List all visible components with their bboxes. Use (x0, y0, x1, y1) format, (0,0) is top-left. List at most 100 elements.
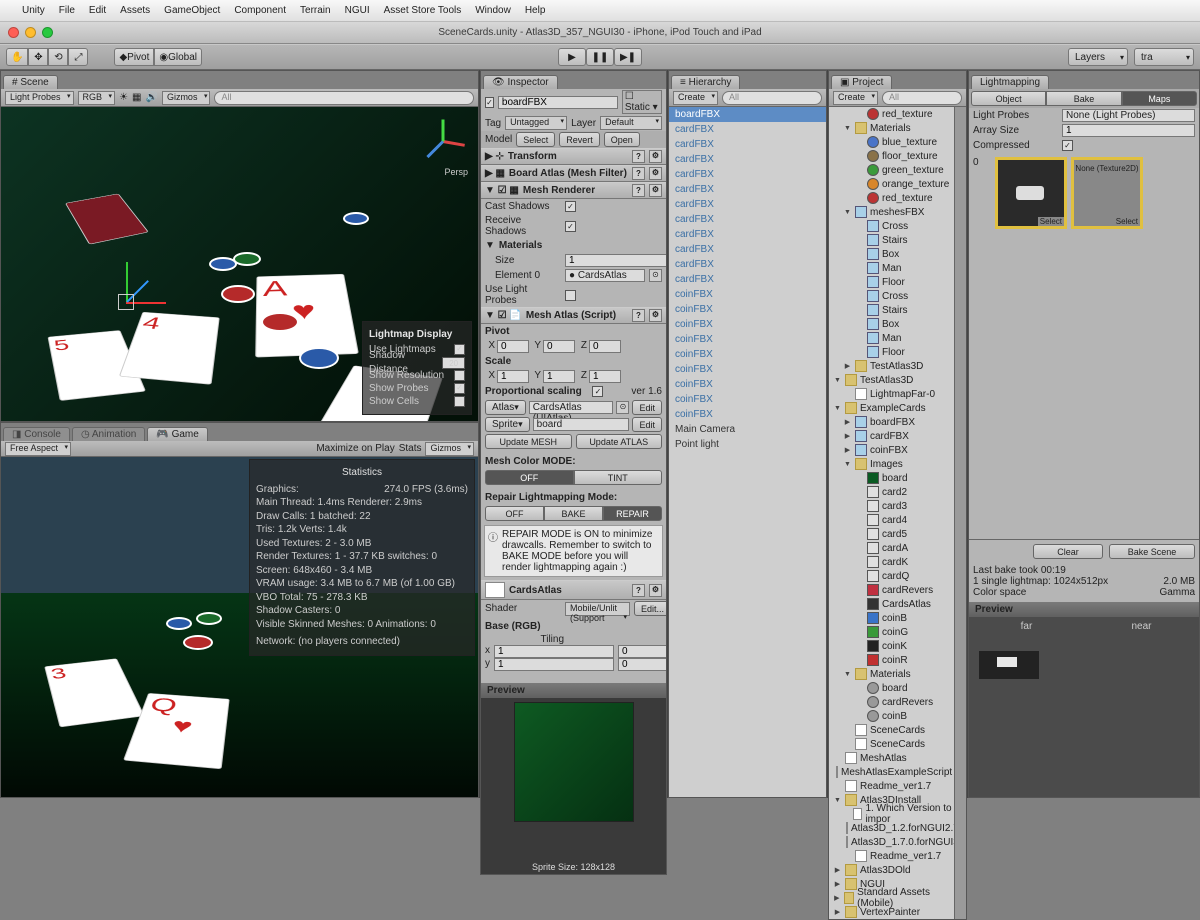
console-tab[interactable]: ◨ Console (3, 427, 70, 441)
project-item[interactable]: red_texture (829, 191, 954, 205)
project-tab[interactable]: ▣ Project (831, 75, 892, 89)
lightmap-preview-header[interactable]: Preview (969, 602, 1199, 617)
project-item[interactable]: card4 (829, 513, 954, 527)
shader-dropdown[interactable]: Mobile/Unlit (Support (565, 602, 630, 616)
project-item[interactable]: ▶cardFBX (829, 429, 954, 443)
lmap-bake-tab[interactable]: Bake (1046, 91, 1121, 106)
stats-toggle[interactable]: Stats (399, 443, 422, 454)
sprite-field[interactable]: board (533, 418, 630, 431)
rotate-tool[interactable]: ⟲ (48, 48, 68, 66)
hierarchy-item[interactable]: Main Camera (669, 422, 826, 437)
project-item[interactable]: Atlas3D_1.2.forNGUI2.7 (829, 821, 954, 835)
project-item[interactable]: Readme_ver1.7 (829, 849, 954, 863)
receive-shadows-checkbox[interactable]: ✓ (565, 221, 576, 232)
gizmos-dropdown[interactable]: Gizmos (162, 91, 211, 105)
inspector-preview-header[interactable]: Preview (481, 683, 666, 698)
project-item[interactable]: cardRevers (829, 695, 954, 709)
project-item[interactable]: ▶boardFBX (829, 415, 954, 429)
project-item[interactable]: ▼ExampleCards (829, 401, 954, 415)
game-tab[interactable]: 🎮 Game (147, 427, 207, 441)
bake-scene-button[interactable]: Bake Scene (1109, 544, 1195, 559)
project-item[interactable]: red_texture (829, 107, 954, 121)
project-item[interactable]: Atlas3D_1.7.0.forNGUI3.0 (829, 835, 954, 849)
project-create-dropdown[interactable]: Create (833, 91, 878, 105)
project-item[interactable]: ▼Materials (829, 121, 954, 135)
scene-search[interactable]: All (214, 91, 474, 105)
project-item[interactable]: blue_texture (829, 135, 954, 149)
use-light-probes-checkbox[interactable] (565, 290, 576, 301)
hierarchy-item[interactable]: cardFBX (669, 257, 826, 272)
pause-button[interactable]: ❚❚ (586, 48, 614, 66)
hierarchy-item[interactable]: coinFBX (669, 317, 826, 332)
lightmap-near-thumb[interactable]: None (Texture2D) Select (1071, 157, 1143, 229)
close-button[interactable] (8, 27, 19, 38)
light-icon[interactable]: ☀ (119, 92, 128, 103)
active-checkbox[interactable]: ✓ (485, 97, 494, 108)
atlas-edit-button[interactable]: Edit (632, 400, 662, 415)
show-resolution-checkbox[interactable] (454, 370, 465, 381)
project-item[interactable]: board (829, 471, 954, 485)
hierarchy-item[interactable]: cardFBX (669, 152, 826, 167)
project-item[interactable]: cardA (829, 541, 954, 555)
gear-icon[interactable]: ⚙ (649, 150, 662, 163)
atlas-button[interactable]: Atlas ▾ (485, 400, 526, 415)
project-item[interactable]: green_texture (829, 163, 954, 177)
audio-icon[interactable]: 🔊 (145, 92, 157, 103)
maximize-on-play-toggle[interactable]: Maximize on Play (316, 443, 394, 454)
pivot-toggle[interactable]: ◆ Pivot (114, 48, 154, 66)
open-button[interactable]: Open (604, 132, 640, 147)
menu-assets[interactable]: Assets (120, 5, 150, 16)
color-tint-button[interactable]: TINT (574, 470, 663, 485)
hierarchy-search[interactable]: All (722, 91, 822, 105)
project-item[interactable]: ▼TestAtlas3D (829, 373, 954, 387)
project-item[interactable]: ▶Standard Assets (Mobile) (829, 891, 954, 905)
hierarchy-item[interactable]: Point light (669, 437, 826, 452)
materials-size-field[interactable] (565, 254, 666, 267)
hierarchy-item[interactable]: boardFBX (669, 107, 826, 122)
lmap-maps-tab[interactable]: Maps (1122, 91, 1197, 106)
scene-tab[interactable]: # Scene (3, 75, 58, 89)
global-toggle[interactable]: ◉ Global (154, 48, 202, 66)
project-item[interactable]: Cross (829, 289, 954, 303)
project-item[interactable]: Box (829, 247, 954, 261)
project-item[interactable]: coinG (829, 625, 954, 639)
project-item[interactable]: Floor (829, 275, 954, 289)
cast-shadows-checkbox[interactable]: ✓ (565, 201, 576, 212)
hierarchy-item[interactable]: coinFBX (669, 302, 826, 317)
lightmapping-tab[interactable]: Lightmapping (971, 75, 1049, 89)
clear-button[interactable]: Clear (1033, 544, 1103, 559)
play-button[interactable]: ▶ (558, 48, 586, 66)
revert-button[interactable]: Revert (559, 132, 600, 147)
menu-gameobject[interactable]: GameObject (164, 5, 220, 16)
shader-edit-button[interactable]: Edit... (634, 601, 666, 616)
animation-tab[interactable]: ◷ Animation (72, 427, 145, 441)
compressed-checkbox[interactable]: ✓ (1062, 140, 1073, 151)
zoom-button[interactable] (42, 27, 53, 38)
project-item[interactable]: Stairs (829, 233, 954, 247)
project-item[interactable]: MeshAtlas (829, 751, 954, 765)
project-search[interactable]: All (882, 91, 962, 105)
hierarchy-item[interactable]: cardFBX (669, 182, 826, 197)
scene-viewport[interactable]: 5 4 A♥ (1, 107, 478, 421)
object-name-field[interactable] (498, 96, 618, 109)
show-cells-checkbox[interactable] (454, 396, 465, 407)
layout-dropdown[interactable]: tra (1134, 48, 1194, 66)
minimize-button[interactable] (25, 27, 36, 38)
hierarchy-item[interactable]: coinFBX (669, 347, 826, 362)
hierarchy-item[interactable]: cardFBX (669, 227, 826, 242)
project-item[interactable]: 1. Which Version to impor (829, 807, 954, 821)
project-item[interactable]: Cross (829, 219, 954, 233)
project-item[interactable]: coinB (829, 611, 954, 625)
project-item[interactable]: coinR (829, 653, 954, 667)
project-item[interactable]: SceneCards (829, 737, 954, 751)
hierarchy-item[interactable]: coinFBX (669, 407, 826, 422)
project-item[interactable]: ▶Atlas3DOld (829, 863, 954, 877)
project-item[interactable]: SceneCards (829, 723, 954, 737)
project-item[interactable]: cardRevers (829, 583, 954, 597)
repair-repair-button[interactable]: REPAIR (603, 506, 662, 521)
project-item[interactable]: card3 (829, 499, 954, 513)
step-button[interactable]: ▶❚ (614, 48, 642, 66)
project-item[interactable]: board (829, 681, 954, 695)
use-lightmaps-checkbox[interactable]: ✓ (454, 344, 465, 355)
menu-ngui[interactable]: NGUI (345, 5, 370, 16)
